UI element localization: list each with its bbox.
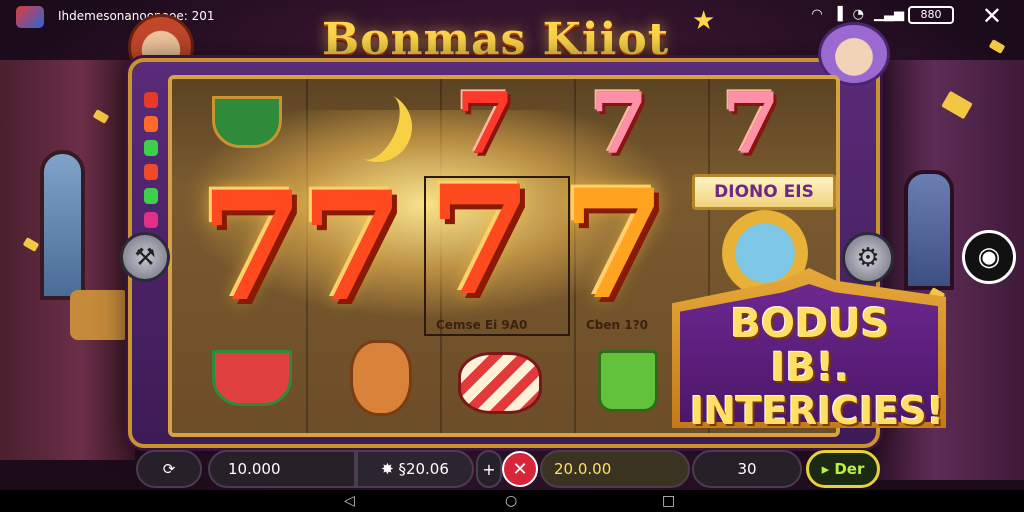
wifi-icon: ◠ [811,7,823,22]
promo-line-2: INTERICIES! [690,389,944,433]
status-icons: ◠ ▐ ◔ ▁▃▅ [811,7,904,22]
indicator-light [144,140,158,156]
bonus-plate: DIONO EIS [692,174,836,210]
window-left [40,150,85,300]
battery-indicator: 880 [908,6,954,24]
indicator-light [144,92,158,108]
indicator-lights [144,92,158,228]
seven-big-symbol: 7 [300,159,405,335]
jar-symbol [598,350,658,412]
promo-text: BODUS IB!. INTERICIES! [690,301,944,433]
win-display: 20.0.00 [540,450,690,488]
seven-big-symbol: 7 [200,159,305,335]
close-icon[interactable]: ✕ [982,2,1002,30]
teacup-symbol [212,96,282,148]
cancel-button[interactable]: ✕ [502,451,538,487]
navigation-bar: ◁ ○ □ [0,490,1024,512]
confetti [988,39,1006,54]
home-icon[interactable]: ○ [505,493,517,509]
refresh-icon: ⟳ [162,460,176,478]
indicator-light [144,188,158,204]
cell-label: Cben 1?0 [586,318,648,332]
gear-icon: ⚙ [856,243,880,273]
cell-label: Cemse Ei 9A0 [436,318,528,332]
seven-symbol: 7 [722,74,781,173]
signal-bars-icon: ▁▃▅ [874,7,904,22]
cat-symbol [350,340,412,416]
winning-cell-highlight [424,176,570,336]
tools-icon: ⚒ [134,243,156,271]
increase-bet-button[interactable]: + [476,450,502,488]
indicator-light [144,164,158,180]
teapot-icon: ◉ [977,242,1001,272]
back-icon[interactable]: ◁ [344,493,355,509]
promo-line-1: BODUS IB!. [730,301,890,391]
spin-button[interactable]: ▸ Der [806,450,880,488]
app-icon[interactable] [16,6,44,28]
seven-symbol: 7 [590,74,649,173]
settings-button[interactable]: ⚙ [842,232,894,284]
signal-icon: ▐ [832,7,843,22]
control-bar: ⟳ 10.000 ✸ §20.06 + ✕ 20.0.00 30 ▸ Der [136,450,880,488]
autospin-button[interactable]: ⟳ [136,450,202,488]
seven-big-symbol: 7 [562,157,667,333]
chair-decoration [70,290,130,340]
lines-display[interactable]: 30 [692,450,802,488]
recents-icon[interactable]: □ [662,493,675,509]
tools-button[interactable]: ⚒ [120,232,170,282]
window-right [904,170,954,290]
credit-display: ✸ §20.06 [356,450,474,488]
candy-symbol [458,352,542,414]
indicator-light [144,212,158,228]
alarm-icon: ◔ [852,7,864,22]
teacup-symbol [212,350,292,406]
status-text: Ihdemesonanoonooe: 201 [58,9,215,23]
indicator-light [144,116,158,132]
star-icon: ★ [692,6,716,36]
floating-assistant-button[interactable]: ◉ [962,230,1016,284]
bet-display[interactable]: 10.000 [208,450,356,488]
